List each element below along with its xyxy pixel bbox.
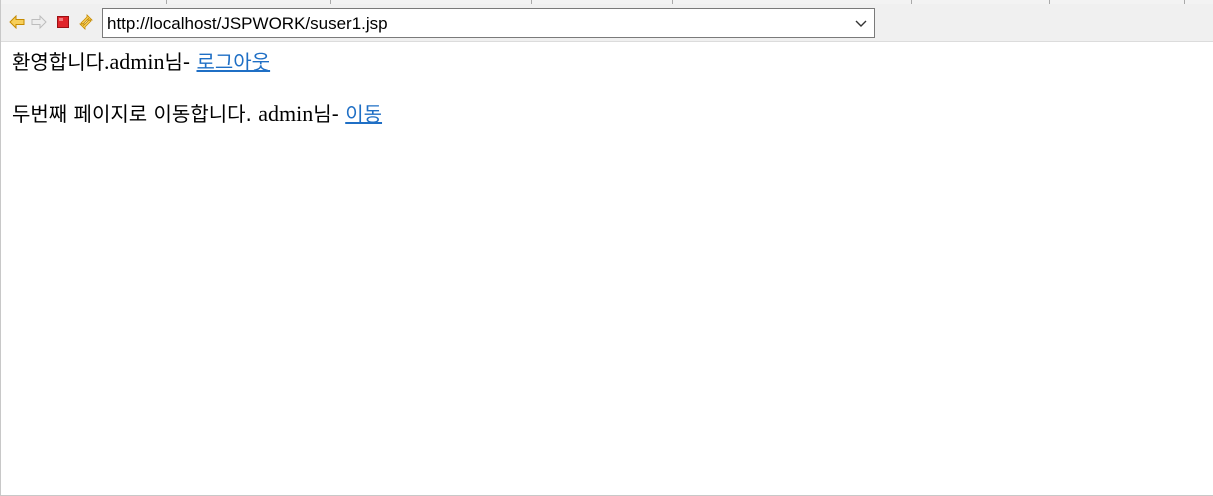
back-button[interactable] — [8, 13, 26, 31]
move-text: 두번째 페이지로 이동합니다. — [12, 102, 259, 126]
browser-window: http://localhost/JSPWORK/suser1.jsp 환영합니… — [0, 0, 1213, 496]
user-suffix: 님- — [313, 102, 346, 126]
refresh-icon — [79, 14, 93, 30]
welcome-text: 환영합니다 — [12, 50, 104, 74]
back-arrow-icon — [9, 15, 25, 29]
chevron-down-icon — [855, 20, 867, 27]
address-bar[interactable]: http://localhost/JSPWORK/suser1.jsp — [102, 8, 875, 38]
move-link[interactable]: 이동 — [345, 102, 382, 126]
forward-arrow-icon — [31, 15, 47, 29]
user-suffix: 님- — [164, 50, 197, 74]
user-name: .admin — [104, 49, 165, 74]
forward-button[interactable] — [30, 13, 48, 31]
user-name: admin — [258, 101, 314, 126]
stop-icon — [57, 16, 69, 28]
address-dropdown-button[interactable] — [852, 15, 870, 33]
logout-link[interactable]: 로그아웃 — [196, 50, 270, 74]
refresh-button[interactable] — [77, 13, 95, 31]
move-line: 두번째 페이지로 이동합니다. admin님- 이동 — [12, 98, 382, 130]
stop-button[interactable] — [54, 13, 72, 31]
welcome-line: 환영합니다.admin님- 로그아웃 — [12, 46, 382, 78]
browser-toolbar: http://localhost/JSPWORK/suser1.jsp — [1, 4, 1213, 42]
page-content: 환영합니다.admin님- 로그아웃 두번째 페이지로 이동합니다. admin… — [12, 46, 382, 130]
address-bar-url[interactable]: http://localhost/JSPWORK/suser1.jsp — [107, 14, 388, 34]
